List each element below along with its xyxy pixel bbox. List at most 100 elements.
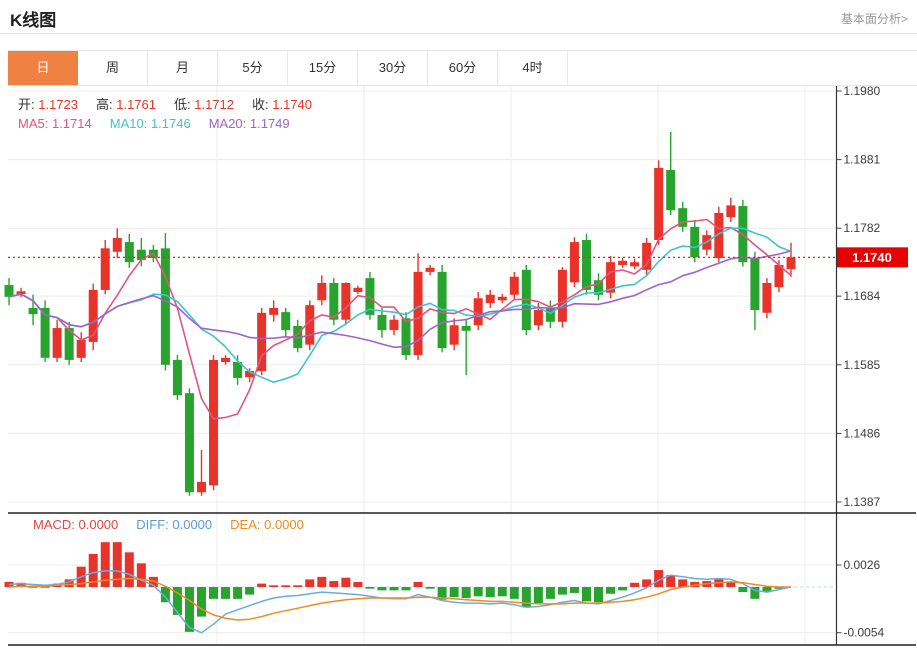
candle-up [353,288,362,292]
ohlc-高: 高: 1.1761 [96,97,156,112]
macd-bar-down [546,587,555,599]
macd-bar-up [317,577,326,587]
fundamental-analysis-link[interactable]: 基本面分析> [841,10,908,27]
page-title: K线图 [10,6,56,31]
candle-down [185,393,194,492]
macd-bar-down [582,587,591,601]
macd-bar-up [414,582,423,587]
candle-down [377,315,386,330]
macd-bar-up [353,582,362,587]
candle-down [690,227,699,257]
candle-up [486,295,495,303]
macd-bar-down [209,587,218,599]
macd-bar-up [137,563,146,587]
macd-bar-down [402,587,411,590]
candle-up [113,238,122,252]
candle-down [402,318,411,355]
macd-bar-down [498,587,507,596]
tab-interval-7[interactable]: 4时 [498,51,568,85]
candle-up [534,310,543,325]
macd-bar-up [257,584,266,587]
kline-widget: K线图 基本面分析> 日周月5分15分30分60分4时 1.19801.1881… [0,0,917,648]
tab-interval-3[interactable]: 5分 [218,51,288,85]
macd-histogram [5,542,784,632]
price-tick-label: 1.1486 [844,426,881,440]
macd-readout: MACD: 0.0000 DIFF: 0.0000 DEA: 0.0000 [33,517,322,532]
macd-bar-up [341,578,350,587]
macd-bar-down [462,587,471,598]
macd-MACD: MACD: 0.0000 [33,517,118,532]
price-tick-label: 1.1387 [844,495,881,509]
macd-bar-down [426,587,435,589]
macd-DIFF: DIFF: 0.0000 [136,517,212,532]
tab-interval-2[interactable]: 月 [148,51,218,85]
macd-DEA: DEA: 0.0000 [230,517,304,532]
macd-bar-down [558,587,567,595]
macd-bar-up [269,585,278,587]
candle-up [726,205,735,217]
tab-interval-4[interactable]: 15分 [288,51,358,85]
candle-down [173,360,182,395]
candle-down [666,170,675,210]
macd-bar-down [570,587,579,593]
macd-bar-up [281,585,290,587]
candle-down [125,242,134,262]
macd-bar-down [606,587,615,594]
ohlc-开: 开: 1.1723 [18,97,78,112]
macd-bar-up [125,552,134,587]
macd-bar-down [618,587,627,590]
macd-bar-down [197,587,206,617]
ma20-line [9,251,791,347]
candle-up [570,242,579,282]
macd-bar-down [594,587,603,602]
candle-up [77,340,86,358]
svg-text:1.1740: 1.1740 [852,250,892,265]
ma-readout: MA5: 1.1714MA10: 1.1746MA20: 1.1749 [18,116,308,131]
macd-bar-down [486,587,495,597]
candle-down [5,285,14,297]
candle-up [209,360,218,485]
price-tick-label: 1.1881 [844,153,881,167]
macd-bar-down [389,587,398,590]
macd-bar-down [233,587,242,599]
macd-bar-down [221,587,230,599]
candle-up [510,277,519,295]
candle-up [450,325,459,344]
macd-tick-label: 0.0026 [844,558,881,572]
candle-up [498,297,507,300]
ohlc-readout: 开: 1.1723高: 1.1761低: 1.1712收: 1.1740 [18,94,330,113]
candle-down [281,312,290,330]
candle-up [558,270,567,322]
candle-down [750,258,759,310]
candle-up [474,298,483,325]
price-tick-label: 1.1782 [844,221,881,235]
candle-down [161,248,170,364]
interval-tabbar: 日周月5分15分30分60分4时 [8,50,917,86]
macd-bar-up [305,579,314,587]
candle-up [787,257,796,269]
tab-interval-1[interactable]: 周 [78,51,148,85]
macd-bar-up [630,583,639,587]
candle-up [654,168,663,240]
candle-up [317,283,326,300]
candle-up [101,248,110,290]
price-axis: 1.19801.18811.17821.16841.15851.14861.13… [837,84,885,640]
candle-up [630,262,639,266]
ohlc-收: 收: 1.1740 [252,97,312,112]
macd-bar-down [522,587,531,607]
candle-up [53,328,62,358]
macd-bar-down [474,587,483,596]
tab-interval-0[interactable]: 日 [8,51,78,85]
tab-interval-6[interactable]: 60分 [428,51,498,85]
candle-up [618,261,627,265]
tab-interval-5[interactable]: 30分 [358,51,428,85]
candle-down [582,240,591,290]
candle-down [29,308,38,314]
macd-bar-down [738,587,747,592]
candle-up [389,320,398,330]
ma-MA20: MA20: 1.1749 [209,116,290,131]
macd-bar-up [293,585,302,587]
candle-up [341,283,350,320]
macd-tick-label: -0.0054 [844,626,885,640]
macd-bar-down [534,587,543,603]
